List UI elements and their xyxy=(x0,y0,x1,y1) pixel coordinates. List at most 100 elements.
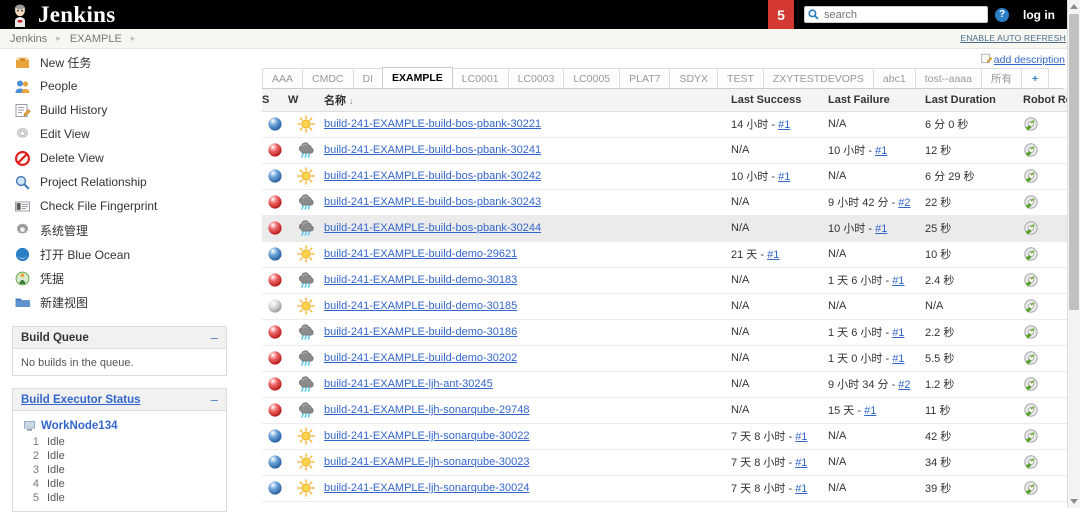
robot-results-icon[interactable] xyxy=(1023,298,1039,314)
executor-node-name[interactable]: WorkNode134 xyxy=(41,420,117,432)
tab-example[interactable]: EXAMPLE xyxy=(382,67,453,88)
status-ball-grey-icon[interactable] xyxy=(267,298,283,314)
job-link[interactable]: build-241-EXAMPLE-build-bos-pbank-30244 xyxy=(324,222,541,234)
column-header-last-duration[interactable]: Last Duration xyxy=(925,89,1023,112)
sidebar-item-new-job[interactable]: New 任务 xyxy=(0,50,241,74)
sidebar-item-manage-jenkins[interactable]: 系统管理 xyxy=(0,218,241,242)
jenkins-home-link[interactable]: Jenkins xyxy=(0,2,116,28)
robot-results-icon[interactable] xyxy=(1023,272,1039,288)
job-link[interactable]: build-241-EXAMPLE-build-bos-pbank-30242 xyxy=(324,170,541,182)
robot-results-icon[interactable] xyxy=(1023,220,1039,236)
status-ball-red-icon[interactable] xyxy=(267,350,283,366)
last-success[interactable]: 7 天 8 小时 - #1 xyxy=(731,423,828,450)
job-link[interactable]: build-241-EXAMPLE-ljh-sonarqube-30023 xyxy=(324,456,529,468)
sidebar-item-new-view[interactable]: 新建视图 xyxy=(0,290,241,314)
last-failure[interactable]: 1 天 6 小时 - #1 xyxy=(828,267,925,294)
last-failure-build-link[interactable]: #1 xyxy=(864,405,876,417)
status-ball-cell[interactable] xyxy=(262,397,288,424)
last-failure[interactable]: 1 天 6 小时 - #1 xyxy=(828,319,925,346)
tab-lc0003[interactable]: LC0003 xyxy=(507,68,565,88)
table-row[interactable]: build-241-EXAMPLE-ljh-sonarqube-30022 7 天… xyxy=(262,423,1080,450)
robot-results-icon[interactable] xyxy=(1023,116,1039,132)
robot-results-icon[interactable] xyxy=(1023,168,1039,184)
status-ball-cell[interactable] xyxy=(262,449,288,476)
column-header-status[interactable]: S xyxy=(262,89,288,112)
table-row[interactable]: build-241-EXAMPLE-build-bos-pbank-30242 1… xyxy=(262,163,1080,190)
job-name-cell[interactable]: build-241-EXAMPLE-build-demo-30185 xyxy=(324,293,731,320)
login-link[interactable]: log in xyxy=(1023,8,1055,22)
executor-row[interactable]: 3 Idle xyxy=(21,463,218,477)
tab-cmdc[interactable]: CMDC xyxy=(302,68,354,88)
job-name-cell[interactable]: build-241-EXAMPLE-ljh-sonarqube-29748 xyxy=(324,397,731,424)
job-link[interactable]: build-241-EXAMPLE-ljh-ant-30245 xyxy=(324,378,493,390)
job-name-cell[interactable]: build-241-EXAMPLE-ljh-sonarqube-30024 xyxy=(324,475,731,502)
help-icon[interactable]: ? xyxy=(995,7,1009,22)
table-row[interactable]: build-241-EXAMPLE-build-demo-30186 N/A 1 天… xyxy=(262,319,1080,346)
status-ball-cell[interactable] xyxy=(262,423,288,450)
build-queue-header[interactable]: Build Queue – xyxy=(13,327,226,349)
executor-row[interactable]: 1 Idle xyxy=(21,435,218,449)
scroll-up-arrow-icon[interactable] xyxy=(1070,4,1078,9)
last-success[interactable]: 7 天 8 小时 - #1 xyxy=(731,449,828,476)
last-failure-build-link[interactable]: #1 xyxy=(892,353,904,365)
sidebar-item-blue-ocean[interactable]: 打开 Blue Ocean xyxy=(0,242,241,266)
robot-results-icon[interactable] xyxy=(1023,402,1039,418)
table-row[interactable]: build-241-EXAMPLE-ljh-sonarqube-29748 N/A… xyxy=(262,397,1080,424)
last-failure[interactable]: 10 小时 - #1 xyxy=(828,137,925,164)
executor-row[interactable]: 5 Idle xyxy=(21,491,218,505)
robot-results-icon[interactable] xyxy=(1023,324,1039,340)
job-link[interactable]: build-241-EXAMPLE-ljh-sonarqube-29748 xyxy=(324,404,529,416)
tab-lc0005[interactable]: LC0005 xyxy=(563,68,621,88)
status-ball-cell[interactable] xyxy=(262,111,288,138)
status-ball-cell[interactable] xyxy=(262,345,288,372)
last-success-build-link[interactable]: #1 xyxy=(795,457,807,469)
robot-results-icon[interactable] xyxy=(1023,480,1039,496)
job-name-cell[interactable]: build-241-EXAMPLE-build-demo-30202 xyxy=(324,345,731,372)
column-header-weather[interactable]: W xyxy=(288,89,324,112)
job-name-cell[interactable]: build-241-EXAMPLE-build-bos-pbank-30242 xyxy=(324,163,731,190)
search-input[interactable] xyxy=(822,7,982,22)
status-ball-blue-icon[interactable] xyxy=(267,246,283,262)
last-failure-build-link[interactable]: #2 xyxy=(898,379,910,391)
tab-abc1[interactable]: abc1 xyxy=(872,68,916,88)
last-success[interactable]: 10 小时 - #1 xyxy=(731,163,828,190)
status-ball-cell[interactable] xyxy=(262,371,288,398)
job-link[interactable]: build-241-EXAMPLE-build-bos-pbank-30221 xyxy=(324,118,541,130)
sidebar-item-project-relationship[interactable]: Project Relationship xyxy=(0,170,241,194)
tab-di[interactable]: DI xyxy=(352,68,384,88)
search-box[interactable] xyxy=(804,6,988,23)
job-name-cell[interactable]: build-241-EXAMPLE-ljh-sonarqube-30022 xyxy=(324,423,731,450)
enable-auto-refresh-link[interactable]: ENABLE AUTO REFRESH xyxy=(960,33,1066,43)
status-ball-cell[interactable] xyxy=(262,189,288,216)
last-success-build-link[interactable]: #1 xyxy=(778,171,790,183)
sidebar-item-people[interactable]: People xyxy=(0,74,241,98)
robot-results-icon[interactable] xyxy=(1023,428,1039,444)
collapse-icon[interactable]: – xyxy=(211,331,218,344)
last-failure-build-link[interactable]: #1 xyxy=(892,275,904,287)
status-ball-blue-icon[interactable] xyxy=(267,116,283,132)
last-success-build-link[interactable]: #1 xyxy=(767,249,779,261)
last-failure[interactable]: 9 小时 34 分 - #2 xyxy=(828,371,925,398)
status-ball-blue-icon[interactable] xyxy=(267,480,283,496)
last-failure-build-link[interactable]: #1 xyxy=(875,223,887,235)
table-row[interactable]: build-241-EXAMPLE-build-bos-pbank-30221 1… xyxy=(262,111,1080,138)
last-failure[interactable]: 15 天 - #1 xyxy=(828,397,925,424)
job-link[interactable]: build-241-EXAMPLE-build-demo-30202 xyxy=(324,352,517,364)
table-row[interactable]: build-241-EXAMPLE-build-bos-pbank-30243 N… xyxy=(262,189,1080,216)
job-link[interactable]: build-241-EXAMPLE-ljh-sonarqube-30022 xyxy=(324,430,529,442)
last-failure[interactable]: 10 小时 - #1 xyxy=(828,215,925,242)
robot-results-icon[interactable] xyxy=(1023,246,1039,262)
job-name-cell[interactable]: build-241-EXAMPLE-build-demo-30183 xyxy=(324,267,731,294)
add-description-link[interactable]: add description xyxy=(981,53,1065,67)
last-failure[interactable]: 9 小时 42 分 - #2 xyxy=(828,189,925,216)
sidebar-item-build-history[interactable]: Build History xyxy=(0,98,241,122)
sidebar-item-delete-view[interactable]: Delete View xyxy=(0,146,241,170)
table-row[interactable]: build-241-EXAMPLE-ljh-sonarqube-30024 7 天… xyxy=(262,475,1080,502)
tab-lc0001[interactable]: LC0001 xyxy=(451,68,509,88)
status-ball-blue-icon[interactable] xyxy=(267,428,283,444)
breadcrumb-item-example[interactable]: EXAMPLE xyxy=(70,33,122,45)
last-success[interactable]: 7 天 8 小时 - #1 xyxy=(731,475,828,502)
status-ball-cell[interactable] xyxy=(262,267,288,294)
status-ball-red-icon[interactable] xyxy=(267,376,283,392)
robot-results-icon[interactable] xyxy=(1023,454,1039,470)
